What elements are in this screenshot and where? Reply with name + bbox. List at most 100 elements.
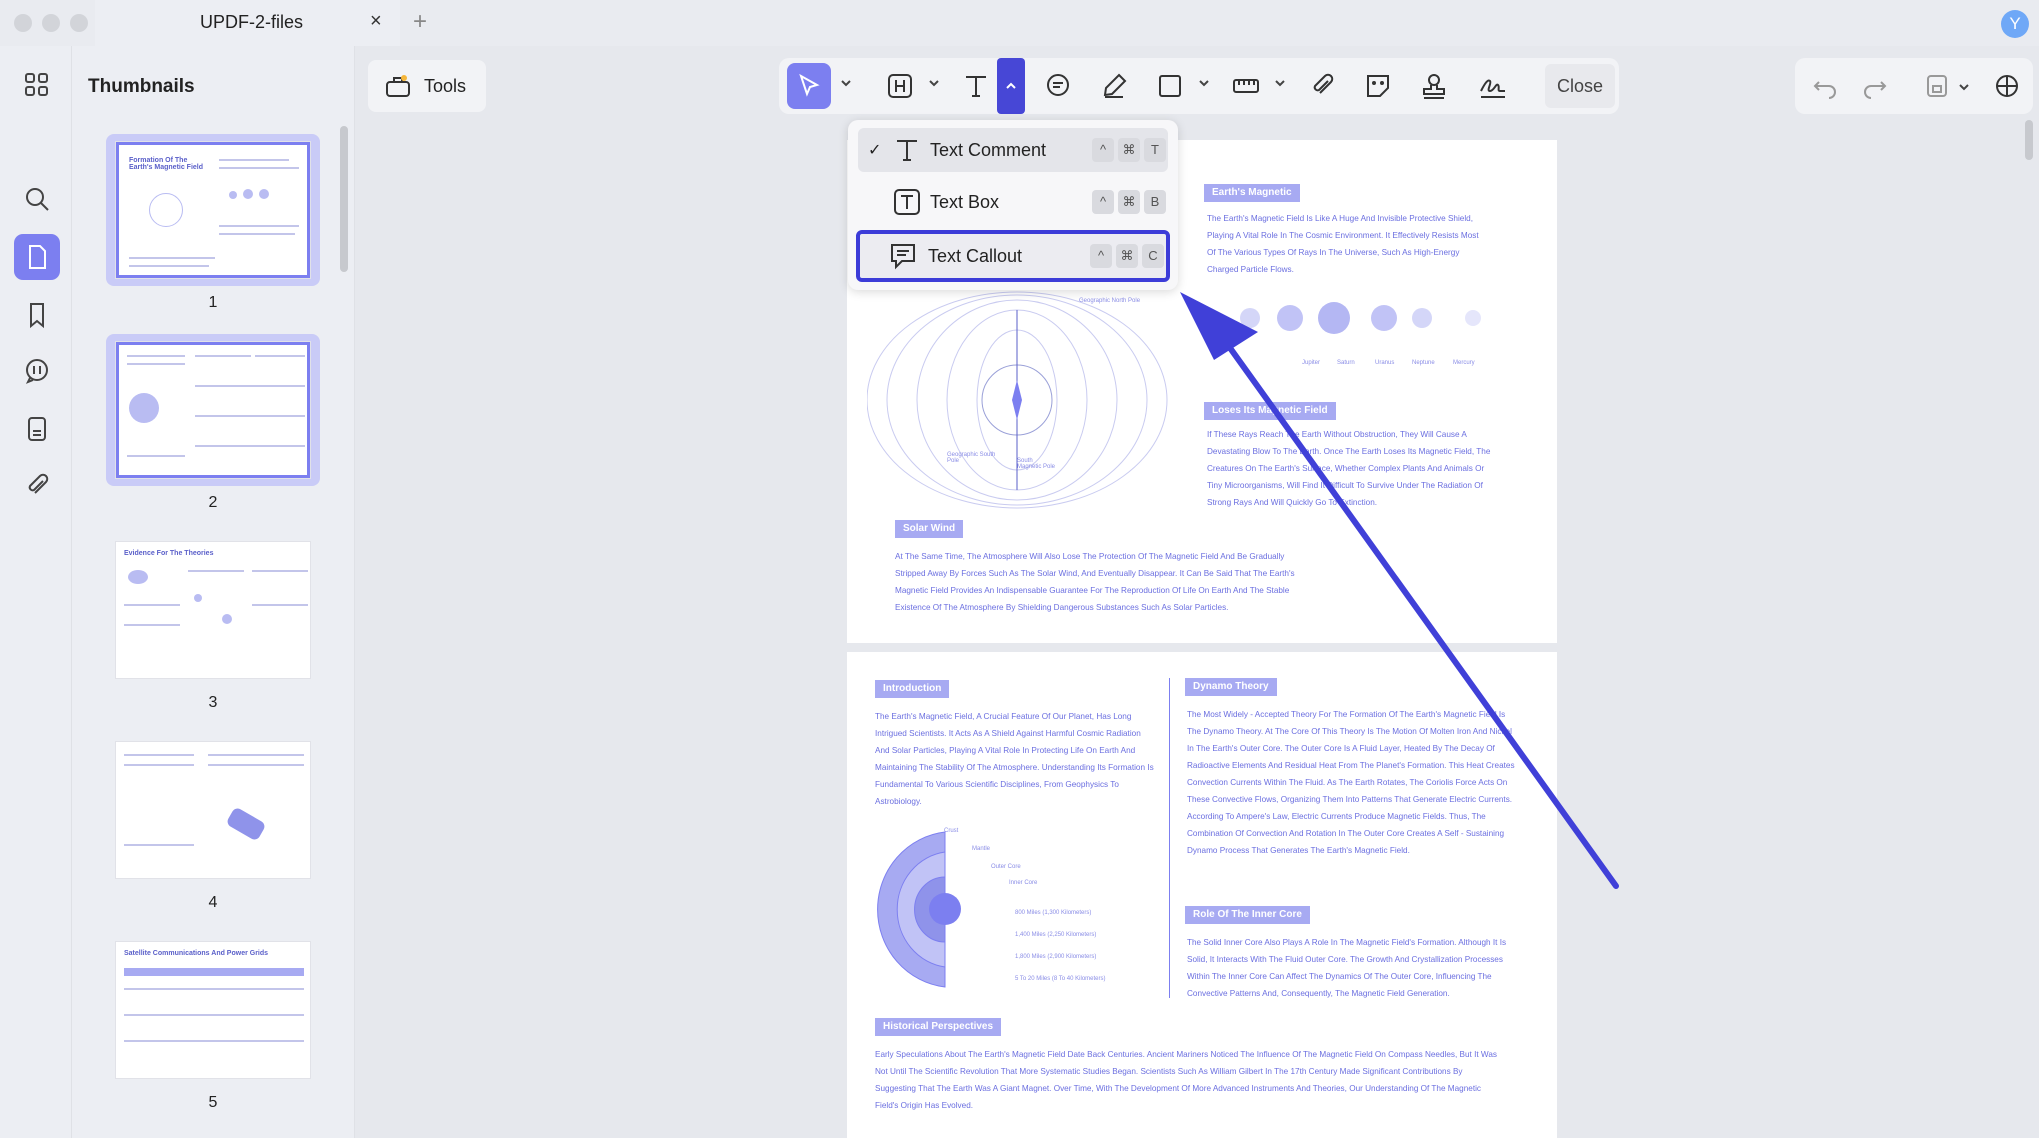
core-label-inner: Inner Core xyxy=(1009,880,1038,886)
rectangle-icon xyxy=(1159,75,1181,97)
chevron-down-icon[interactable] xyxy=(1197,76,1211,90)
window-close-dot[interactable] xyxy=(14,14,32,32)
sticker-tool-button[interactable] xyxy=(1361,66,1395,106)
comment-tool-button[interactable] xyxy=(1041,66,1075,106)
pdf-page-2: Introduction The Earth's Magnetic Field,… xyxy=(847,652,1557,1138)
paperclip-icon xyxy=(1313,73,1334,94)
menu-item-text-box[interactable]: Text Box ^ ⌘ B xyxy=(858,180,1168,224)
text-box-icon xyxy=(894,189,920,215)
depth-label: 5 To 20 Miles (8 To 40 Kilometers) xyxy=(1015,976,1106,982)
text-callout-icon xyxy=(891,244,915,270)
thumbnail-page-2[interactable] xyxy=(106,334,320,486)
chevron-down-icon[interactable] xyxy=(839,76,853,90)
thumb-line xyxy=(219,225,299,227)
thumbnail-image: Formation Of The Earth's Magnetic Field xyxy=(116,142,310,278)
stamp-tool-button[interactable] xyxy=(1417,66,1451,106)
tab-close-button[interactable]: × xyxy=(370,10,382,33)
paperclip-icon xyxy=(28,473,49,494)
thumb-line xyxy=(129,257,215,259)
thumbnails-panel: Thumbnails Formation Of The Earth's Magn… xyxy=(72,46,355,1138)
ai-assistant-icon[interactable] xyxy=(1991,70,2023,102)
shortcut-ctrl-key: ^ xyxy=(1092,138,1114,162)
text-comment-icon xyxy=(897,140,917,161)
planet xyxy=(1277,305,1303,331)
thumbnails-title: Thumbnails xyxy=(88,76,195,97)
thumbnail-page-5[interactable]: Satellite Communications And Power Grids xyxy=(106,934,320,1086)
planet xyxy=(1371,305,1397,331)
planet-label: Neptune xyxy=(1412,360,1435,366)
speech-bubble-icon xyxy=(1047,74,1069,96)
shortcut-cmd-key: ⌘ xyxy=(1118,190,1140,214)
menu-item-text-callout[interactable]: Text Callout ^ ⌘ C xyxy=(856,230,1170,282)
thumbnail-page-4[interactable] xyxy=(106,734,320,886)
core-label-outer: Outer Core xyxy=(991,864,1021,870)
thumbnails-button[interactable] xyxy=(14,234,60,280)
planet-label: Uranus xyxy=(1375,360,1395,366)
pen-tool-button[interactable] xyxy=(1097,66,1131,106)
shortcut-ctrl-key: ^ xyxy=(1090,244,1112,268)
menu-item-text-comment[interactable]: ✓ Text Comment ^ ⌘ T xyxy=(858,128,1168,172)
signature-tool-button[interactable] xyxy=(1473,66,1513,106)
thumbnails-scrollbar[interactable] xyxy=(340,126,348,272)
signature-icon xyxy=(1480,79,1505,98)
chevron-down-icon[interactable] xyxy=(1273,76,1287,90)
thumbnail-number-2: 2 xyxy=(208,494,218,511)
thumb-title: Satellite Communications And Power Grids xyxy=(124,950,269,957)
geo-north-label: Geographic North Pole xyxy=(1079,298,1141,304)
thumbnail-number-3: 3 xyxy=(208,694,218,711)
text-tool-expand-button[interactable] xyxy=(997,58,1025,114)
heading-icon xyxy=(888,74,912,98)
search-button[interactable] xyxy=(14,176,60,222)
chevron-down-icon[interactable] xyxy=(927,76,941,90)
close-toolbar-button[interactable]: Close xyxy=(1545,64,1615,108)
menu-label: Text Comment xyxy=(930,139,1047,160)
measure-tool-button[interactable] xyxy=(1229,66,1263,106)
ruler-icon xyxy=(1233,79,1259,93)
redo-icon[interactable] xyxy=(1861,72,1889,100)
document-icon xyxy=(29,245,46,269)
chevron-down-icon[interactable] xyxy=(1957,80,1971,94)
select-tool-button[interactable] xyxy=(787,63,831,109)
thumbnail-page-3[interactable]: Evidence For The Theories xyxy=(106,534,320,686)
window-minimize-dot[interactable] xyxy=(42,14,60,32)
left-rail xyxy=(0,46,72,1138)
thumb-line xyxy=(129,265,209,267)
form-button[interactable] xyxy=(14,406,60,452)
thumb-line xyxy=(188,570,244,572)
heading-loses-magnetic: Loses Its Magnetic Field xyxy=(1204,402,1336,420)
sticker-icon xyxy=(1367,75,1389,97)
planet-label: Saturn xyxy=(1337,360,1355,366)
para-dynamo-theory: The Most Widely - Accepted Theory For Th… xyxy=(1187,710,1515,855)
planet-label: Mercury xyxy=(1453,360,1475,366)
app-grid-button[interactable] xyxy=(14,62,60,108)
save-icon[interactable] xyxy=(1923,72,1951,100)
highlight-tool-button[interactable] xyxy=(883,66,917,106)
thumb-line xyxy=(195,445,305,447)
thumb-satellite xyxy=(225,806,267,842)
document-scrollbar[interactable] xyxy=(2025,120,2033,160)
thumb-line xyxy=(124,1014,304,1016)
thumb-line xyxy=(127,355,185,357)
shape-tool-button[interactable] xyxy=(1153,66,1187,106)
window-zoom-dot[interactable] xyxy=(70,14,88,32)
thumbnail-number-5: 5 xyxy=(208,1094,218,1111)
attachments-button[interactable] xyxy=(14,462,60,508)
thumb-line xyxy=(124,844,194,846)
undo-icon[interactable] xyxy=(1811,72,1839,100)
heading-inner-core: Role Of The Inner Core xyxy=(1185,906,1310,924)
new-tab-button[interactable]: + xyxy=(413,8,427,36)
comments-button[interactable] xyxy=(14,348,60,394)
depth-label: 1,800 Miles (2,900 Kilometers) xyxy=(1015,954,1097,960)
thumb-line xyxy=(219,233,295,235)
shortcut-letter-key: C xyxy=(1142,244,1164,268)
thumb-line xyxy=(208,764,304,766)
attach-tool-button[interactable] xyxy=(1305,66,1339,106)
chevron-up-icon xyxy=(1006,82,1016,89)
thumbnail-page-1[interactable]: Formation Of The Earth's Magnetic Field xyxy=(106,134,320,286)
text-tool-button[interactable] xyxy=(959,66,993,106)
avatar[interactable]: Y xyxy=(2001,10,2029,38)
thumb-diagram xyxy=(149,193,183,227)
tools-button[interactable]: Tools xyxy=(368,60,486,112)
thumb-line xyxy=(124,754,194,756)
bookmark-button[interactable] xyxy=(14,292,60,338)
